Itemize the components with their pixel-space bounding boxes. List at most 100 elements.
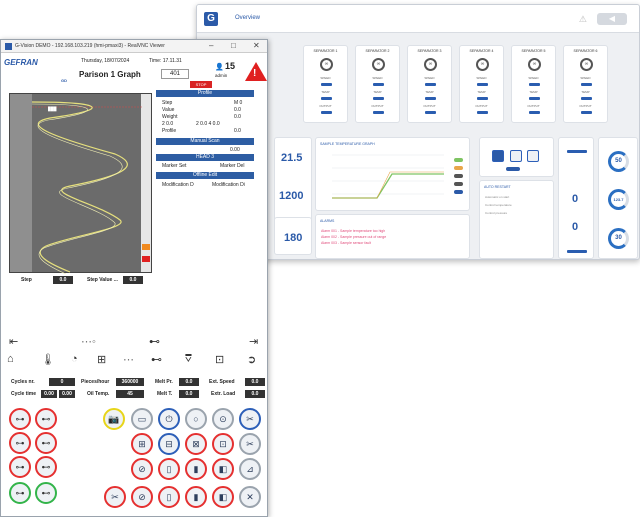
lock-button[interactable]: ◧ xyxy=(212,486,234,508)
cutter-button[interactable]: ✂ xyxy=(104,486,126,508)
cylinder-button[interactable]: ⊙ xyxy=(212,408,234,430)
cancel-button[interactable]: ✕ xyxy=(239,486,261,508)
separator-card[interactable]: SEPARATOR 5 ∞ SPEED TEMP OUTPUT xyxy=(511,45,556,123)
separator-card[interactable]: SEPARATOR 6 ∞ SPEED TEMP OUTPUT xyxy=(563,45,608,123)
sep-label: TEMP xyxy=(477,90,486,94)
mode-button-2[interactable] xyxy=(510,150,522,162)
knife-button[interactable]: ⊘ xyxy=(131,486,153,508)
mould-left-button[interactable]: ⊶ xyxy=(9,456,31,478)
mode-panel xyxy=(479,137,554,177)
needle-button[interactable]: ▮ xyxy=(185,458,207,480)
marker-del-button[interactable]: Marker Del xyxy=(220,163,244,169)
page-number-field[interactable]: 401 xyxy=(161,69,189,79)
extruder-small-icon[interactable]: ⊷ xyxy=(151,353,162,366)
modification-button-1[interactable]: Modification D xyxy=(162,182,194,188)
arrow-left-icon[interactable]: ⇤ xyxy=(9,335,18,348)
scissors-button[interactable]: ✂ xyxy=(239,408,261,430)
svg-text:███: ███ xyxy=(48,106,57,112)
next-icon[interactable]: ➲ xyxy=(247,353,256,366)
close-button[interactable]: ✕ xyxy=(253,41,260,50)
menu-button[interactable]: ◀ xyxy=(597,13,627,25)
series-toggle-5[interactable] xyxy=(454,190,463,194)
deflash-button[interactable]: ◧ xyxy=(212,458,234,480)
separator-card[interactable]: SEPARATOR 3 ∞ SPEED TEMP OUTPUT xyxy=(407,45,452,123)
modification-button-2[interactable]: Modification Di xyxy=(212,182,245,188)
chart-small-icon[interactable]: ⋯ xyxy=(123,353,134,366)
step-value-field[interactable]: 0.0 xyxy=(53,276,73,284)
series-toggle-4[interactable] xyxy=(454,182,463,186)
alarms-title: ALARMS xyxy=(320,219,335,223)
maximize-button[interactable]: □ xyxy=(231,41,236,50)
mould-icon[interactable]: ⊞ xyxy=(97,353,106,366)
setpoint-bar xyxy=(567,150,587,153)
mould-left-button[interactable]: ⊶ xyxy=(9,408,31,430)
carriage-button[interactable]: ▯ xyxy=(158,458,180,480)
mould-right-button[interactable]: ⊷ xyxy=(35,432,57,454)
mode-button-1[interactable] xyxy=(492,150,504,162)
separator-card[interactable]: SEPARATOR 1 ∞ SPEED TEMP OUTPUT xyxy=(303,45,348,123)
marker-set-button[interactable]: Marker Set xyxy=(162,163,186,169)
profile-curves: ███ xyxy=(31,101,143,274)
blade-button[interactable]: ⊘ xyxy=(131,458,153,480)
date-label: Thursday, 18/07/2024 xyxy=(81,58,130,64)
profile-row-value[interactable]: M 0 xyxy=(234,100,242,106)
separator-icon: ∞ xyxy=(320,58,333,71)
kpi-value-3: 180 xyxy=(284,232,303,244)
camera-button[interactable]: 📷 xyxy=(103,408,125,430)
mould-right-button[interactable]: ⊷ xyxy=(35,408,57,430)
minimize-button[interactable]: – xyxy=(209,41,213,50)
mould-left-button[interactable]: ⊶ xyxy=(9,432,31,454)
thermometer-icon[interactable]: 🌡 xyxy=(41,353,55,366)
mould-left-button[interactable]: ⊶ xyxy=(9,482,31,504)
auto-restart-title: AUTO RESTART xyxy=(484,185,511,189)
separator-card[interactable]: SEPARATOR 2 ∞ SPEED TEMP OUTPUT xyxy=(355,45,400,123)
arrow-right-icon[interactable]: ⇥ xyxy=(249,335,258,348)
profile-row-value[interactable]: 0.0 xyxy=(234,107,241,113)
power-button[interactable]: ⏻ xyxy=(158,408,180,430)
warning-icon[interactable]: ⚠ xyxy=(579,14,587,25)
separator-title: SEPARATOR 3 xyxy=(417,49,442,53)
series-toggle-1[interactable] xyxy=(454,158,463,162)
gauge-icon[interactable]: ◔ xyxy=(71,353,78,365)
profile-row-value[interactable]: 0.0 xyxy=(234,128,241,134)
cut-button[interactable]: ✂ xyxy=(239,433,261,455)
auto-toggle[interactable] xyxy=(506,167,520,171)
gauge-1: 50 xyxy=(608,151,629,172)
sep-label: OUTPUT xyxy=(371,104,384,108)
sep-label: SPEED xyxy=(476,76,487,80)
blow-button[interactable]: ⊞ xyxy=(131,433,153,455)
pin-button[interactable]: ⊿ xyxy=(239,458,261,480)
head-button[interactable]: ⊡ xyxy=(212,433,234,455)
home-icon[interactable]: ⌂ xyxy=(7,353,14,365)
kpi-panel-3: 180 xyxy=(274,217,312,255)
extruder-icon[interactable]: ⊷ xyxy=(149,335,160,348)
circle-button[interactable]: ○ xyxy=(185,408,207,430)
series-toggle-3[interactable] xyxy=(454,174,463,178)
separator-card[interactable]: SEPARATOR 4 ∞ SPEED TEMP OUTPUT xyxy=(459,45,504,123)
filter-icon[interactable]: ⩢ xyxy=(185,353,192,366)
sep-label: TEMP xyxy=(321,90,330,94)
mould-right-button[interactable]: ⊷ xyxy=(35,482,57,504)
ext-speed-value: 0.0 xyxy=(245,378,265,386)
profile-row-value[interactable]: 2 0.0 4 0.0 xyxy=(196,121,220,127)
mould-right-button[interactable]: ⊷ xyxy=(35,456,57,478)
mould-open-button[interactable]: ⊟ xyxy=(158,433,180,455)
box-icon[interactable]: ⊡ xyxy=(215,353,224,366)
gauge-2: 123.7 xyxy=(608,189,629,210)
chart-icon[interactable]: ⋯◦ xyxy=(81,335,96,348)
user-icon[interactable]: 👤 xyxy=(215,63,224,71)
profile-row-value[interactable]: 0.0 xyxy=(234,114,241,120)
sep-label: SPEED xyxy=(528,76,539,80)
mode-button-3[interactable] xyxy=(527,150,539,162)
manual-scan-value[interactable]: 0.00 xyxy=(230,147,240,153)
block-button[interactable]: ▯ xyxy=(158,486,180,508)
window-titlebar: G-Vision DEMO - 192.168.103.219 (hmi-pma… xyxy=(1,40,267,53)
series-toggle-2[interactable] xyxy=(454,166,463,170)
melt-t-value: 0.0 xyxy=(179,390,199,398)
step-value-value-field[interactable]: 0.0 xyxy=(123,276,143,284)
mould-close-button[interactable]: ⊠ xyxy=(185,433,207,455)
alarm-row: Alarm 003 - Sample sensor fault xyxy=(321,241,371,245)
kpi-value-2: 1200 xyxy=(279,190,304,202)
frame-button[interactable]: ▭ xyxy=(131,408,153,430)
plate-button[interactable]: ▮ xyxy=(185,486,207,508)
